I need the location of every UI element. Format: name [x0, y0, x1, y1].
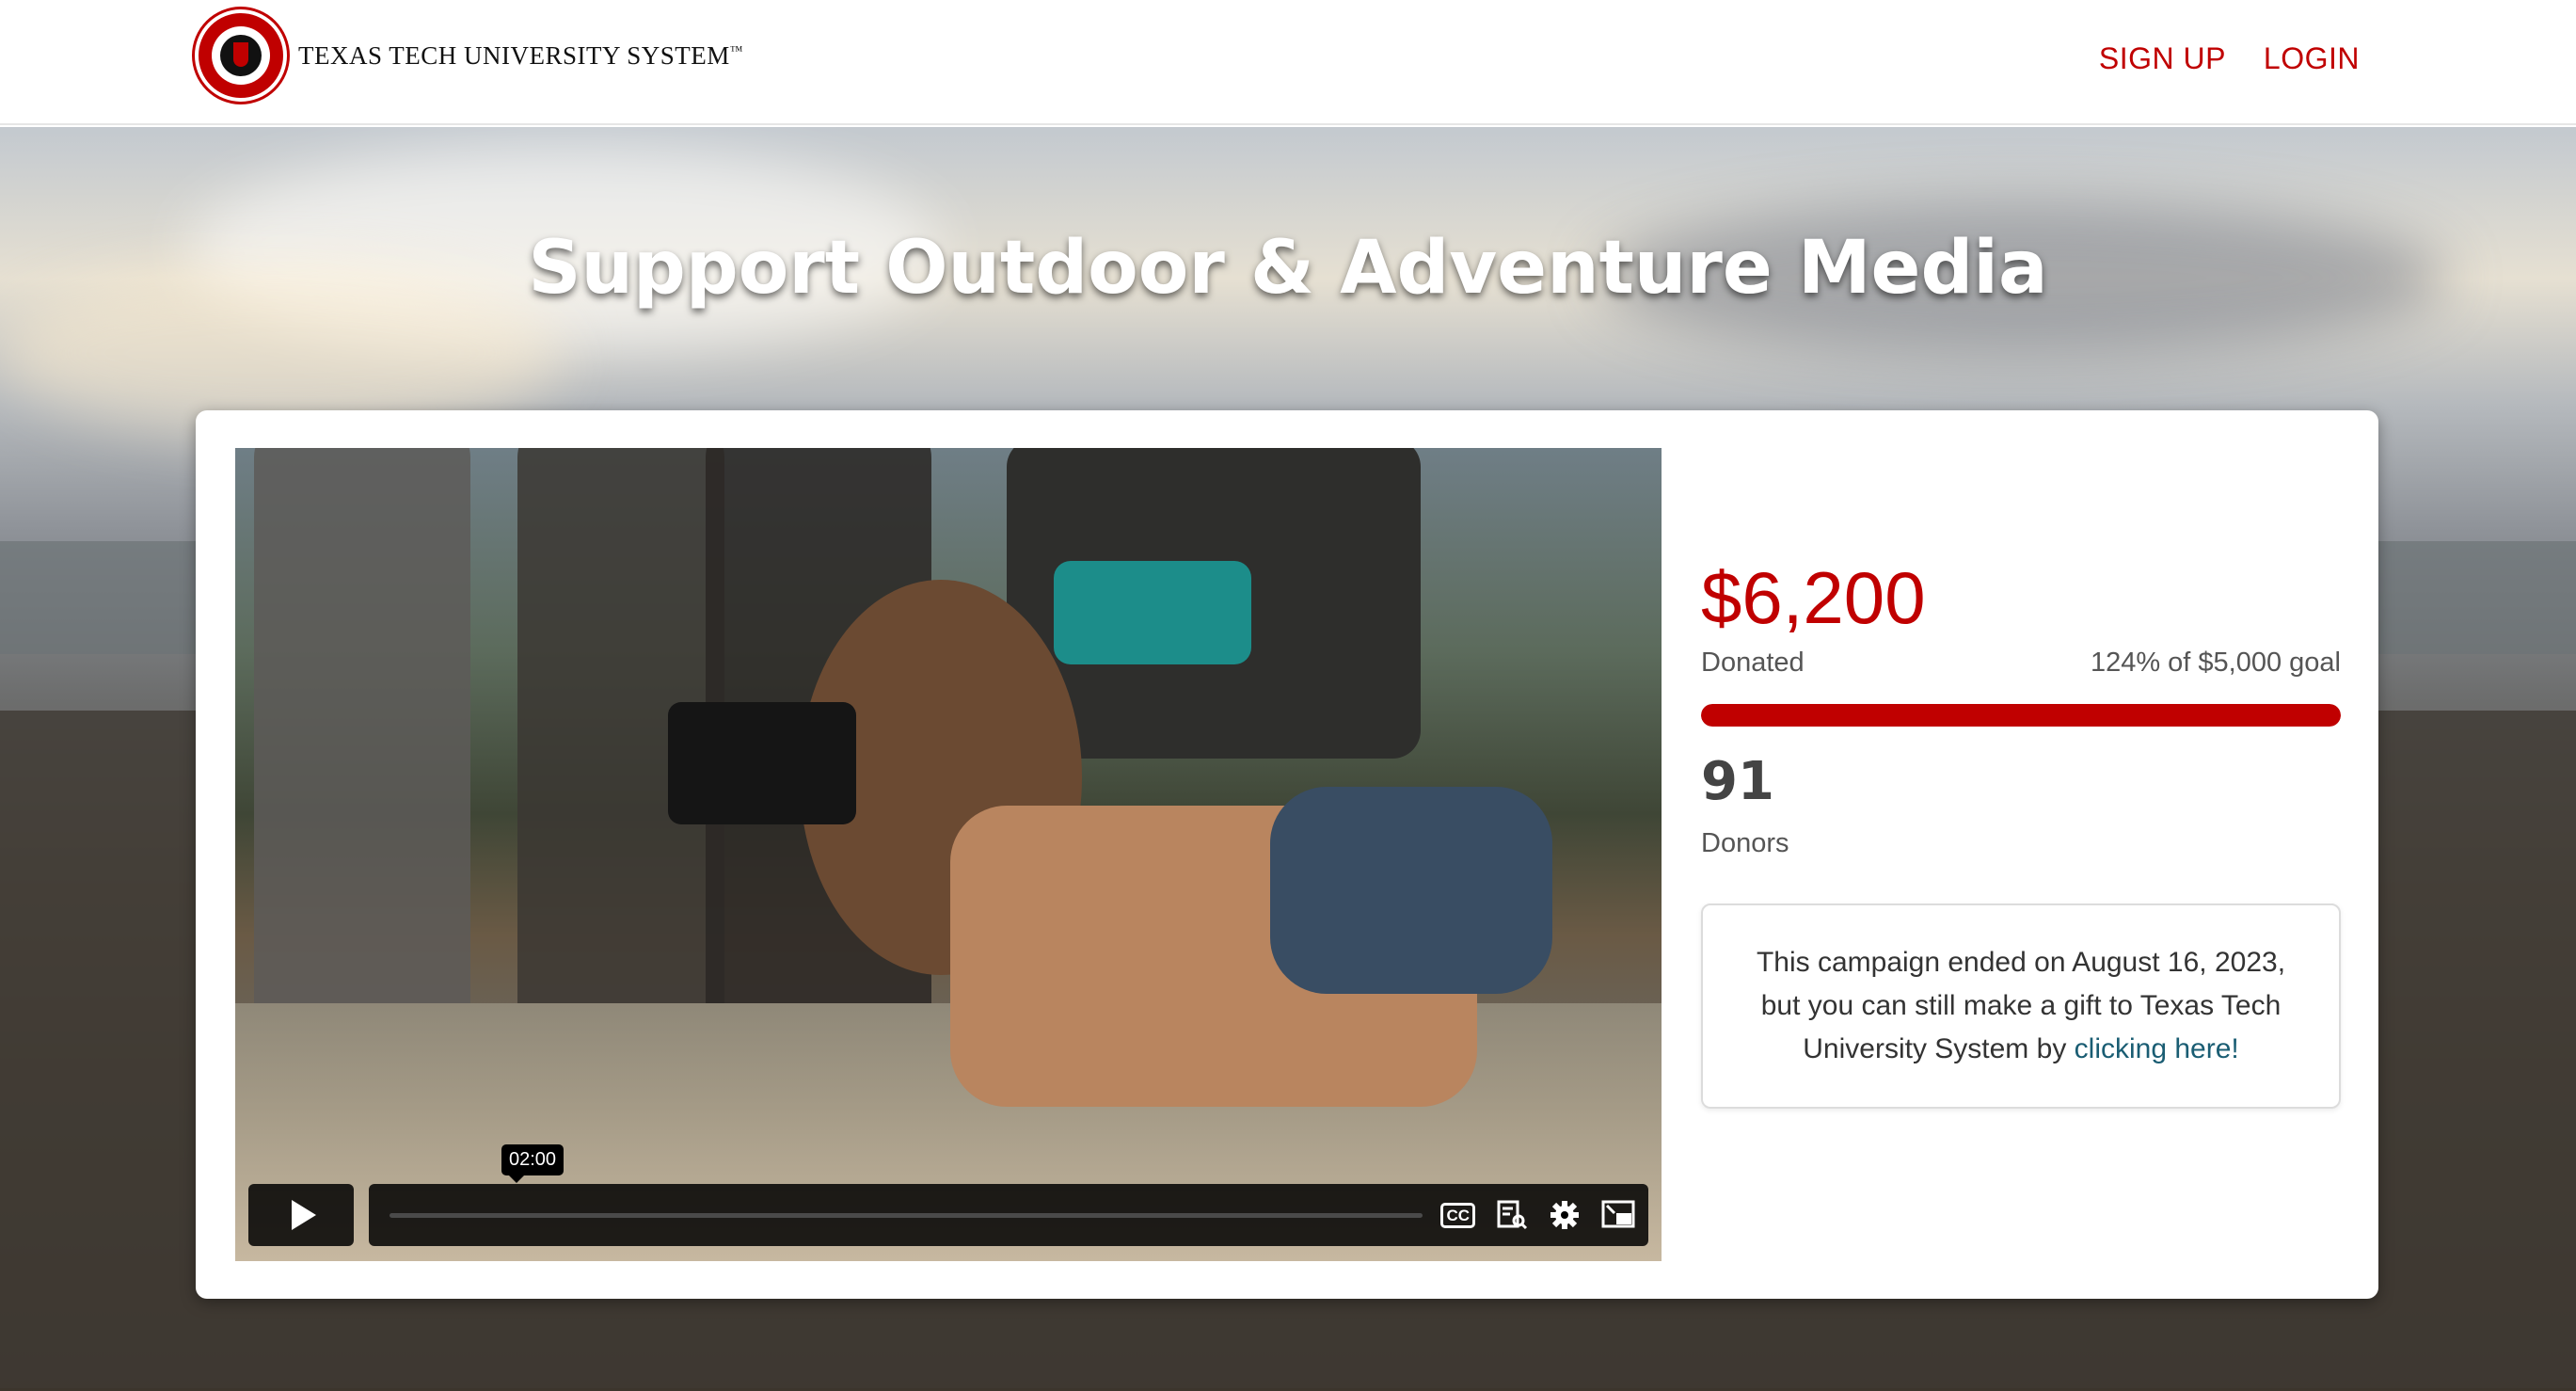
donated-label: Donated: [1701, 648, 1805, 678]
page-title: Support Outdoor & Adventure Media: [528, 226, 2048, 311]
duration-tooltip: 02:00: [501, 1144, 564, 1183]
donated-amount: $6,200: [1701, 556, 1926, 639]
header-nav: SIGN UP LOGIN: [2099, 41, 2360, 76]
play-button[interactable]: [248, 1184, 354, 1246]
campaign-stats: $6,200 Donated 124% of $5,000 goal 91 Do…: [1701, 410, 2341, 1299]
donors-label: Donors: [1701, 828, 1789, 858]
campaign-video[interactable]: 02:00 CC: [235, 448, 1662, 1261]
university-seal-icon: [195, 9, 287, 102]
notice-text: This campaign ended on August 16, 2023, …: [1756, 947, 2286, 1064]
donors-count: 91: [1701, 751, 1774, 812]
campaign-card: 02:00 CC $6,200 Donated 124% of $5,000 g…: [196, 410, 2378, 1299]
play-icon: [292, 1200, 316, 1230]
transcript-icon[interactable]: [1496, 1199, 1528, 1231]
logo-wordmark: TEXAS TECH UNIVERSITY SYSTEM™: [298, 40, 743, 70]
progress-bar[interactable]: 02:00 CC: [369, 1144, 1648, 1246]
goal-progress-bar: [1701, 704, 2341, 727]
seek-track[interactable]: [390, 1213, 1423, 1218]
login-link[interactable]: LOGIN: [2264, 41, 2360, 76]
sign-up-link[interactable]: SIGN UP: [2099, 41, 2226, 76]
settings-icon[interactable]: [1549, 1199, 1581, 1231]
goal-label: 124% of $5,000 goal: [2090, 648, 2341, 678]
ttu-system-logo[interactable]: TEXAS TECH UNIVERSITY SYSTEM™: [195, 9, 743, 102]
campaign-ended-notice: This campaign ended on August 16, 2023, …: [1701, 903, 2341, 1109]
picture-in-picture-icon[interactable]: [1601, 1200, 1635, 1230]
site-header: TEXAS TECH UNIVERSITY SYSTEM™ SIGN UP LO…: [0, 0, 2576, 125]
captions-icon[interactable]: CC: [1440, 1202, 1475, 1228]
goal-progress-fill: [1701, 704, 2341, 727]
video-controls: 02:00 CC: [248, 1144, 1648, 1246]
give-link[interactable]: clicking here!: [2075, 1033, 2239, 1064]
